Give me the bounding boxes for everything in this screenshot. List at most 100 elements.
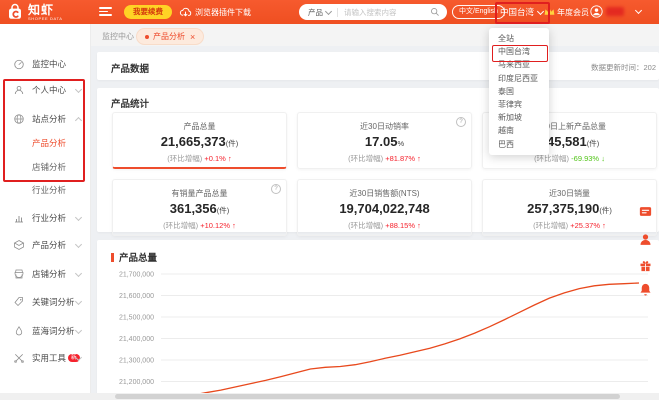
- up-arrow-icon: ↑: [227, 154, 232, 163]
- tab-product-analysis[interactable]: 产品分析 ×: [136, 28, 205, 45]
- sidebar-item-label: 蓝海词分析: [32, 326, 75, 336]
- region-option-thailand[interactable]: 泰国: [489, 85, 549, 98]
- region-option-philippines[interactable]: 菲律宾: [489, 98, 549, 111]
- top-bar: 知虾 SHOPEE DATA 我要续费 浏览器插件下载 产品 请输入搜索内容 中…: [0, 0, 659, 24]
- sidebar-item-keyword-analysis[interactable]: 关键词分析: [0, 292, 90, 312]
- chevron-up-icon: [74, 116, 83, 124]
- region-selector[interactable]: 中国台湾: [500, 6, 545, 18]
- search-icon[interactable]: [430, 7, 440, 17]
- droplet-icon: [13, 325, 25, 337]
- svg-text:21,300,000: 21,300,000: [119, 358, 154, 365]
- region-option-taiwan[interactable]: 中国台湾: [489, 45, 549, 58]
- stat-title: 近30日销售额(NTS): [349, 189, 420, 198]
- sidebar-item-tools[interactable]: 实用工具新: [0, 348, 90, 368]
- notification-bell-icon[interactable]: [637, 281, 654, 298]
- stat-card-sales-amount-30d[interactable]: 近30日销售额(NTS) 19,704,022,748 (环比增幅) +88.1…: [297, 179, 472, 236]
- sidebar-item-label: 个人中心: [32, 85, 67, 95]
- svg-text:21,500,000: 21,500,000: [119, 315, 154, 322]
- region-option-singapore[interactable]: 新加坡: [489, 111, 549, 124]
- horizontal-scrollbar-thumb[interactable]: [115, 394, 620, 399]
- sidebar-subitem-shop-analysis[interactable]: 店铺分析: [0, 158, 90, 176]
- app-window: 知虾 SHOPEE DATA 我要续费 浏览器插件下载 产品 请输入搜索内容 中…: [0, 0, 659, 400]
- shopping-bag-icon: [9, 3, 21, 19]
- info-icon[interactable]: ?: [456, 117, 466, 127]
- sidebar-item-label: 产品分析: [32, 240, 67, 250]
- globe-icon: [13, 113, 25, 125]
- sidebar-item-shop-analysis[interactable]: 店铺分析: [0, 264, 90, 284]
- chevron-down-icon: [74, 326, 83, 335]
- logo-subtitle: SHOPEE DATA: [28, 15, 63, 21]
- sidebar-item-blue-ocean-analysis[interactable]: 蓝海词分析: [0, 321, 90, 341]
- bar-chart-icon: [13, 212, 25, 224]
- stat-card-products-with-sales[interactable]: ? 有销量产品总量 361,356(件) (环比增幅) +10.12% ↑: [112, 179, 287, 236]
- info-icon[interactable]: ?: [271, 184, 281, 194]
- region-option-all[interactable]: 全站: [489, 32, 549, 45]
- stat-card-sales-volume-30d[interactable]: 近30日销量 257,375,190(件) (环比增幅) +25.37% ↑: [482, 179, 657, 236]
- menu-toggle-icon[interactable]: [99, 7, 112, 17]
- sidebar-item-site-analysis[interactable]: 站点分析: [0, 109, 90, 129]
- up-arrow-icon: ↑: [417, 221, 421, 230]
- language-toggle[interactable]: 中文/English: [452, 5, 505, 19]
- up-arrow-icon: ↑: [602, 221, 606, 230]
- data-update-time: 数据更新时间：202: [590, 63, 656, 72]
- sidebar-item-monitor-center[interactable]: 监控中心: [0, 54, 90, 74]
- tab-monitor-center[interactable]: 监控中心: [102, 31, 134, 42]
- user-icon: [13, 84, 25, 96]
- gauge-icon: [13, 58, 25, 70]
- plugin-download-button[interactable]: 浏览器插件下载: [179, 5, 251, 19]
- stat-change: (环比增幅) +81.87% ↑: [348, 154, 421, 163]
- sidebar-item-label: 关键词分析: [32, 297, 75, 307]
- tab-bar: 监控中心 产品分析 ×: [90, 24, 659, 46]
- stat-change: (环比增幅) +0.1% ↑: [167, 154, 232, 163]
- logo[interactable]: 知虾 SHOPEE DATA: [6, 3, 62, 21]
- user-menu-caret-icon[interactable]: [634, 6, 643, 15]
- chart-title: 产品总量: [119, 253, 158, 264]
- stat-title: 近30日销量: [549, 189, 590, 198]
- stat-value: 21,665,373(件): [160, 134, 239, 149]
- chevron-down-icon: [74, 297, 83, 306]
- svg-text:21,400,000: 21,400,000: [119, 336, 154, 343]
- sidebar: 监控中心 个人中心 站点分析 产品分析 店铺分析 行业分析 行业分析 产品分析: [0, 24, 91, 400]
- sidebar-item-product-analysis[interactable]: 产品分析: [0, 235, 90, 255]
- crown-icon: [544, 7, 555, 15]
- svg-text:21,700,000: 21,700,000: [119, 272, 154, 279]
- stat-card-sell-through-rate[interactable]: ? 近30日动销率 17.05% (环比增幅) +81.87% ↑: [297, 112, 472, 169]
- cube-icon: [13, 239, 25, 251]
- renew-button[interactable]: 我要续费: [124, 5, 172, 19]
- region-option-vietnam[interactable]: 越南: [489, 124, 549, 137]
- sidebar-item-label: 店铺分析: [32, 269, 67, 279]
- up-arrow-icon: ↑: [232, 221, 236, 230]
- sidebar-subitem-product-analysis[interactable]: 产品分析: [0, 134, 90, 152]
- tag-icon: [13, 296, 25, 308]
- region-option-indonesia[interactable]: 印度尼西亚: [489, 72, 549, 85]
- region-option-brazil[interactable]: 巴西: [489, 138, 549, 151]
- chevron-down-icon: [74, 240, 83, 249]
- up-arrow-icon: ↑: [417, 154, 421, 163]
- stat-change: (环比增幅) +88.15% ↑: [348, 221, 421, 230]
- stat-value: 361,356(件): [169, 201, 230, 216]
- gift-icon[interactable]: [637, 257, 654, 274]
- avatar[interactable]: [590, 5, 603, 18]
- sidebar-item-personal-center[interactable]: 个人中心: [0, 80, 90, 100]
- chevron-down-icon: [324, 7, 333, 16]
- sidebar-subitem-industry-analysis[interactable]: 行业分析: [0, 181, 90, 199]
- product-total-line-chart: 21,700,000 21,600,000 21,500,000 21,400,000…: [119, 272, 648, 400]
- sidebar-item-label: 站点分析: [32, 114, 67, 124]
- customer-service-icon[interactable]: [637, 231, 654, 248]
- stat-card-total-products[interactable]: 产品总量 21,665,373(件) (环比增幅) +0.1% ↑: [112, 112, 287, 169]
- sidebar-subitem-label: 店铺分析: [32, 162, 67, 172]
- chevron-down-icon: [74, 85, 83, 94]
- stat-value: 17.05%: [364, 134, 405, 149]
- close-tab-icon[interactable]: ×: [190, 32, 195, 42]
- sidebar-item-label: 行业分析: [32, 213, 67, 223]
- stats-section-title: 产品统计: [111, 99, 150, 110]
- sidebar-item-industry-analysis[interactable]: 行业分析: [0, 208, 90, 228]
- sidebar-subitem-label: 产品分析: [32, 138, 67, 148]
- message-board-icon[interactable]: [637, 203, 654, 220]
- region-option-malaysia[interactable]: 马来西亚: [489, 58, 549, 71]
- search-category-select[interactable]: 产品: [308, 7, 323, 18]
- chart-header: 产品总量: [111, 250, 157, 264]
- storefront-icon: [13, 268, 25, 280]
- active-tab-dot: [145, 34, 149, 39]
- search-input[interactable]: 请输入搜索内容: [344, 7, 430, 18]
